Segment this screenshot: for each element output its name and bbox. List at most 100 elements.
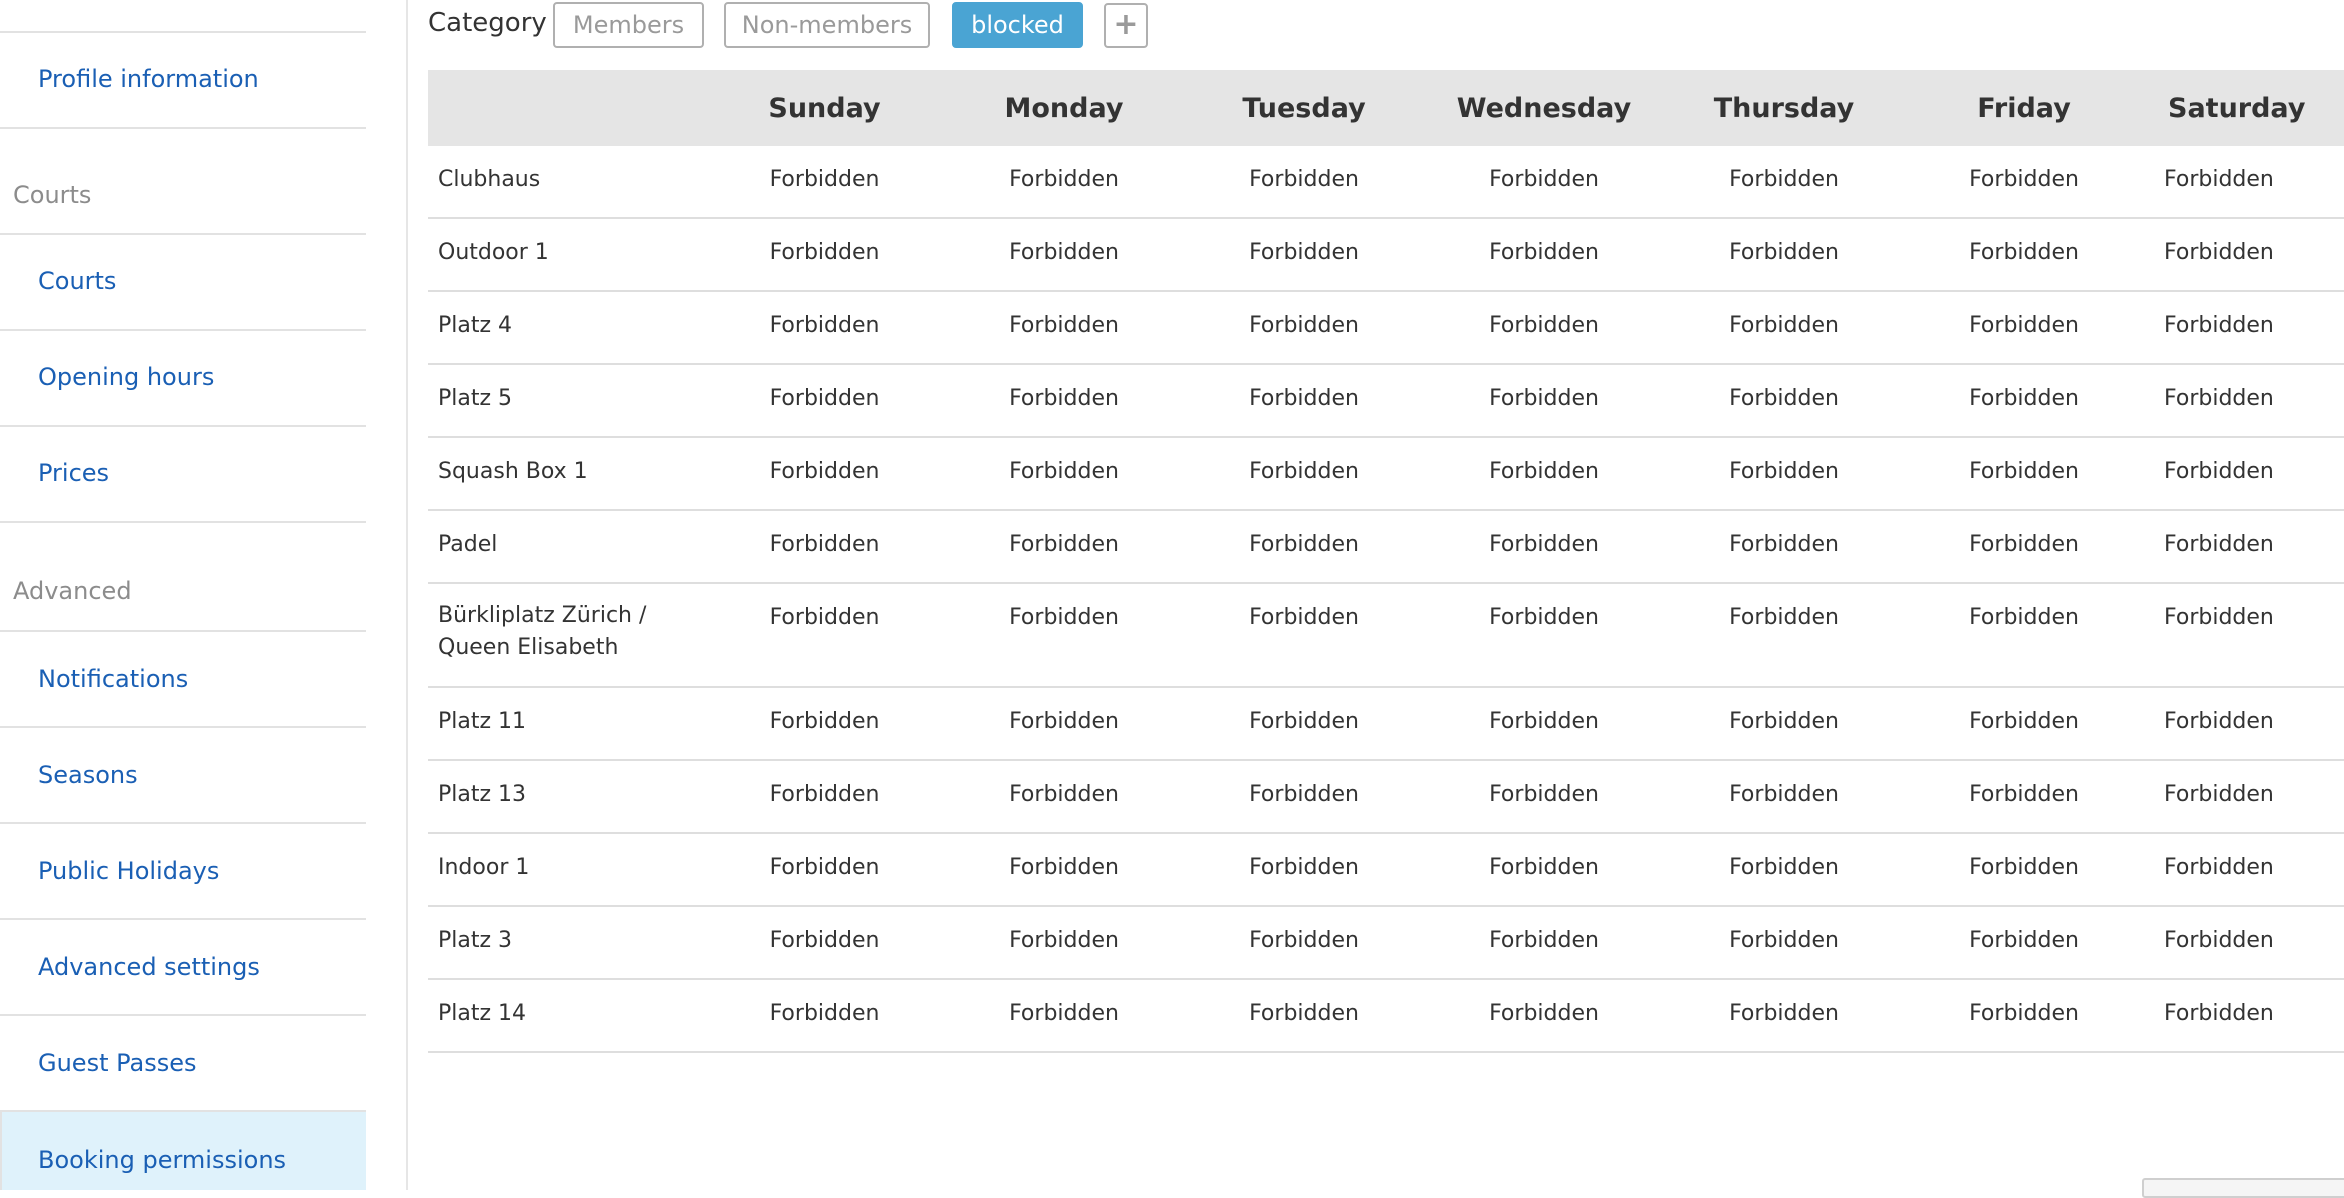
permission-cell[interactable]: Forbidden bbox=[1184, 906, 1424, 980]
permission-cell[interactable]: Forbidden bbox=[2144, 906, 2344, 980]
permission-cell[interactable]: Forbidden bbox=[1904, 364, 2144, 438]
permission-cell[interactable]: Forbidden bbox=[705, 437, 944, 511]
category-members-button[interactable]: Members bbox=[553, 2, 704, 48]
sidebar-item-opening-hours[interactable]: Opening hours bbox=[0, 329, 366, 425]
permission-cell[interactable]: Forbidden bbox=[1424, 510, 1664, 584]
permission-cell[interactable]: Forbidden bbox=[1184, 979, 1424, 1053]
sidebar-item-seasons[interactable]: Seasons bbox=[0, 726, 366, 823]
permission-cell[interactable]: Forbidden bbox=[705, 510, 944, 584]
permission-cell[interactable]: Forbidden bbox=[1904, 510, 2144, 584]
sidebar-item-label[interactable]: Advanced settings bbox=[38, 953, 260, 981]
permission-cell[interactable]: Forbidden bbox=[2144, 833, 2344, 907]
sidebar-item-profile[interactable]: Profile information bbox=[0, 31, 366, 129]
sidebar-item-courts[interactable]: Courts bbox=[0, 233, 366, 329]
permission-cell[interactable]: Forbidden bbox=[1184, 833, 1424, 907]
permission-cell[interactable]: Forbidden bbox=[705, 906, 944, 980]
permission-cell[interactable]: Forbidden bbox=[1904, 760, 2144, 834]
category-non-members-button[interactable]: Non-members bbox=[724, 2, 930, 48]
permission-cell[interactable]: Forbidden bbox=[944, 437, 1184, 511]
permission-cell[interactable]: Forbidden bbox=[1664, 833, 1904, 907]
permission-cell[interactable]: Forbidden bbox=[1184, 146, 1424, 219]
sidebar-item-label[interactable]: Booking permissions bbox=[38, 1146, 286, 1174]
permission-cell[interactable]: Forbidden bbox=[1424, 906, 1664, 980]
permission-cell[interactable]: Forbidden bbox=[1424, 687, 1664, 761]
permission-cell[interactable]: Forbidden bbox=[944, 146, 1184, 219]
permission-cell[interactable]: Forbidden bbox=[1664, 510, 1904, 584]
permission-cell[interactable]: Forbidden bbox=[1664, 583, 1904, 688]
permission-cell[interactable]: Forbidden bbox=[1904, 583, 2144, 688]
permission-cell[interactable]: Forbidden bbox=[1904, 146, 2144, 219]
permission-cell[interactable]: Forbidden bbox=[2144, 437, 2344, 511]
permission-cell[interactable]: Forbidden bbox=[2144, 979, 2344, 1053]
permission-cell[interactable]: Forbidden bbox=[1424, 218, 1664, 292]
sidebar-item-label[interactable]: Prices bbox=[38, 459, 109, 487]
permission-cell[interactable]: Forbidden bbox=[1424, 583, 1664, 688]
permission-cell[interactable]: Forbidden bbox=[944, 364, 1184, 438]
permission-cell[interactable]: Forbidden bbox=[1904, 906, 2144, 980]
permission-cell[interactable]: Forbidden bbox=[1904, 687, 2144, 761]
permission-cell[interactable]: Forbidden bbox=[1184, 583, 1424, 688]
permission-cell[interactable]: Forbidden bbox=[705, 291, 944, 365]
permission-cell[interactable]: Forbidden bbox=[2144, 760, 2344, 834]
permission-cell[interactable]: Forbidden bbox=[1184, 437, 1424, 511]
permission-cell[interactable]: Forbidden bbox=[1424, 146, 1664, 219]
sidebar-item-guest-passes[interactable]: Guest Passes bbox=[0, 1014, 366, 1111]
permission-cell[interactable]: Forbidden bbox=[705, 979, 944, 1053]
permission-cell[interactable]: Forbidden bbox=[944, 906, 1184, 980]
permission-cell[interactable]: Forbidden bbox=[1664, 146, 1904, 219]
permission-cell[interactable]: Forbidden bbox=[944, 833, 1184, 907]
permission-cell[interactable]: Forbidden bbox=[1424, 760, 1664, 834]
permission-cell[interactable]: Forbidden bbox=[944, 583, 1184, 688]
sidebar-item-advanced-settings[interactable]: Advanced settings bbox=[0, 918, 366, 1015]
permission-cell[interactable]: Forbidden bbox=[1904, 291, 2144, 365]
sidebar-item-label[interactable]: Courts bbox=[38, 267, 116, 295]
permission-cell[interactable]: Forbidden bbox=[2144, 291, 2344, 365]
permission-cell[interactable]: Forbidden bbox=[944, 218, 1184, 292]
sidebar-item-label[interactable]: Opening hours bbox=[38, 363, 214, 391]
permission-cell[interactable]: Forbidden bbox=[1184, 218, 1424, 292]
permission-cell[interactable]: Forbidden bbox=[944, 291, 1184, 365]
sidebar-item-label[interactable]: Profile information bbox=[38, 65, 259, 93]
permission-cell[interactable]: Forbidden bbox=[705, 760, 944, 834]
permission-cell[interactable]: Forbidden bbox=[1664, 364, 1904, 438]
permission-cell[interactable]: Forbidden bbox=[705, 687, 944, 761]
permission-cell[interactable]: Forbidden bbox=[705, 218, 944, 292]
permission-cell[interactable]: Forbidden bbox=[2144, 364, 2344, 438]
category-blocked-button[interactable]: blocked bbox=[952, 2, 1083, 48]
permission-cell[interactable]: Forbidden bbox=[1664, 291, 1904, 365]
permission-cell[interactable]: Forbidden bbox=[1664, 687, 1904, 761]
permission-cell[interactable]: Forbidden bbox=[1184, 364, 1424, 438]
permission-cell[interactable]: Forbidden bbox=[1664, 437, 1904, 511]
permission-cell[interactable]: Forbidden bbox=[1184, 760, 1424, 834]
permission-cell[interactable]: Forbidden bbox=[705, 833, 944, 907]
scrollbar-handle[interactable] bbox=[2142, 1178, 2344, 1198]
permission-cell[interactable]: Forbidden bbox=[1424, 833, 1664, 907]
permission-cell[interactable]: Forbidden bbox=[1904, 437, 2144, 511]
sidebar-item-label[interactable]: Public Holidays bbox=[38, 857, 219, 885]
permission-cell[interactable]: Forbidden bbox=[1184, 291, 1424, 365]
sidebar-item-label[interactable]: Notifications bbox=[38, 665, 188, 693]
permission-cell[interactable]: Forbidden bbox=[1904, 833, 2144, 907]
permission-cell[interactable]: Forbidden bbox=[944, 510, 1184, 584]
sidebar-item-label[interactable]: Guest Passes bbox=[38, 1049, 197, 1077]
permission-cell[interactable]: Forbidden bbox=[2144, 510, 2344, 584]
permission-cell[interactable]: Forbidden bbox=[1664, 906, 1904, 980]
sidebar-item-prices[interactable]: Prices bbox=[0, 425, 366, 523]
permission-cell[interactable]: Forbidden bbox=[944, 687, 1184, 761]
permission-cell[interactable]: Forbidden bbox=[1664, 979, 1904, 1053]
permission-cell[interactable]: Forbidden bbox=[2144, 583, 2344, 688]
permission-cell[interactable]: Forbidden bbox=[944, 760, 1184, 834]
plus-icon[interactable]: + bbox=[1104, 3, 1148, 48]
permission-cell[interactable]: Forbidden bbox=[1424, 291, 1664, 365]
sidebar-item-public-holidays[interactable]: Public Holidays bbox=[0, 822, 366, 919]
permission-cell[interactable]: Forbidden bbox=[1424, 979, 1664, 1053]
permission-cell[interactable]: Forbidden bbox=[1424, 437, 1664, 511]
sidebar-item-booking-permissions[interactable]: Booking permissions bbox=[0, 1110, 366, 1190]
permission-cell[interactable]: Forbidden bbox=[1904, 979, 2144, 1053]
permission-cell[interactable]: Forbidden bbox=[1664, 760, 1904, 834]
permission-cell[interactable]: Forbidden bbox=[1184, 510, 1424, 584]
sidebar-item-notifications[interactable]: Notifications bbox=[0, 630, 366, 727]
permission-cell[interactable]: Forbidden bbox=[705, 146, 944, 219]
sidebar-item-label[interactable]: Seasons bbox=[38, 761, 138, 789]
permission-cell[interactable]: Forbidden bbox=[1904, 218, 2144, 292]
